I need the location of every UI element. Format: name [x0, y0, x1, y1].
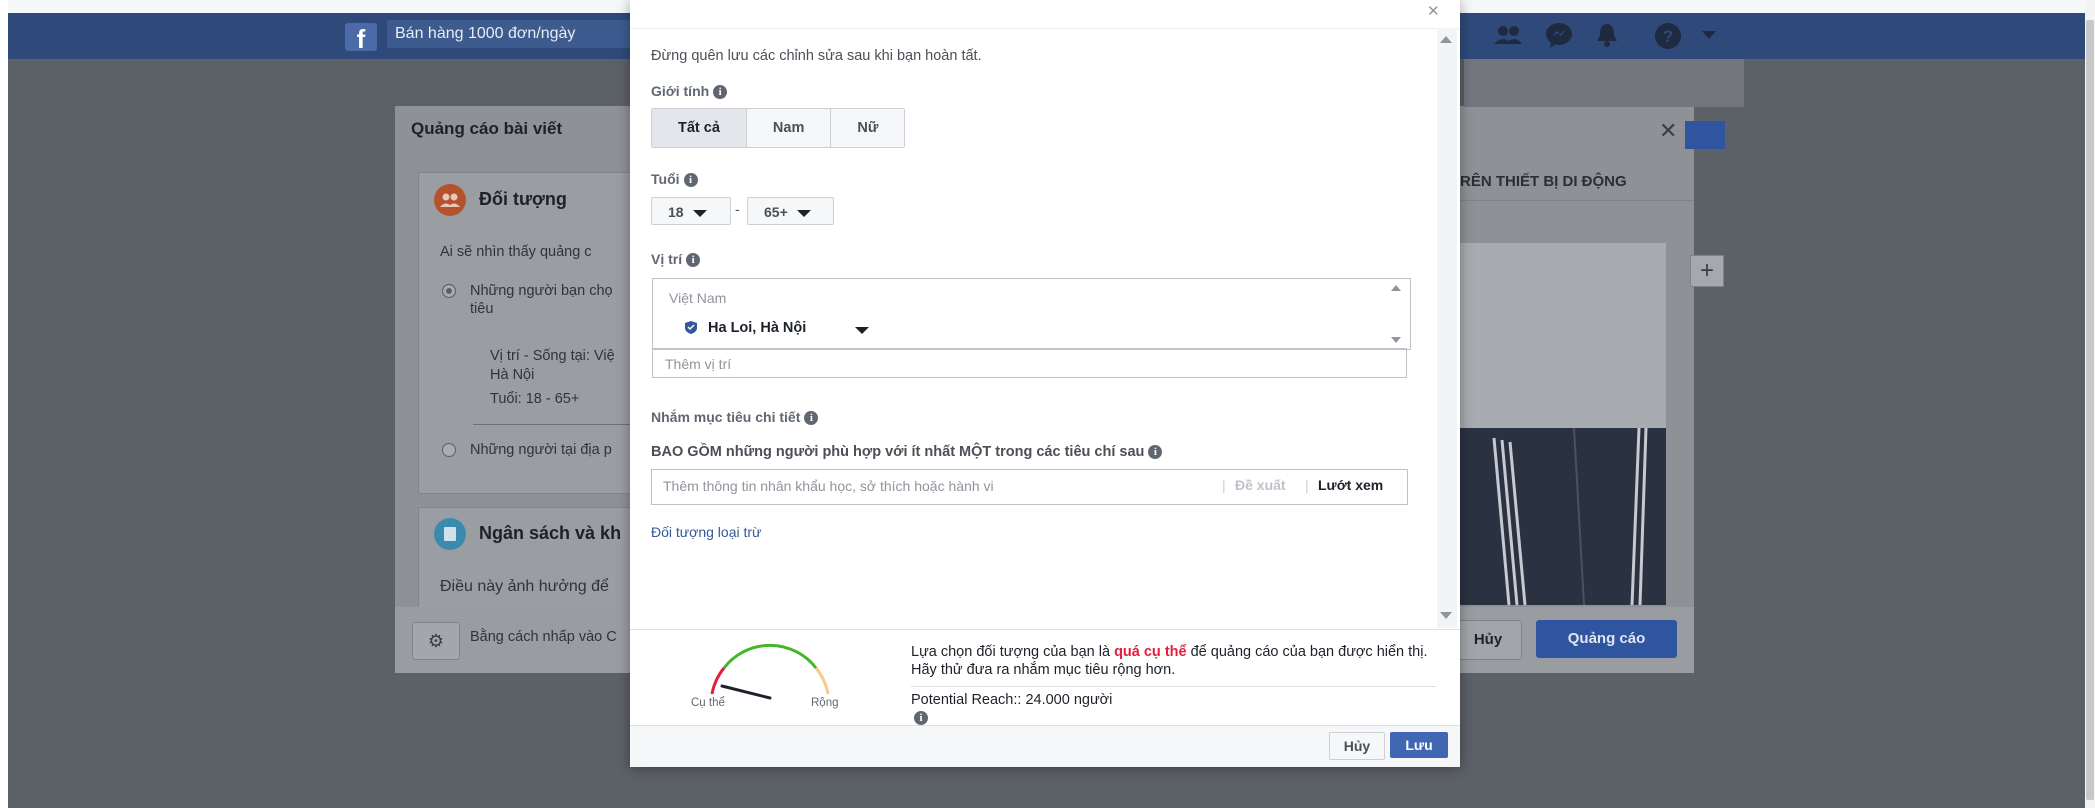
summary-city: Hà Nội: [490, 367, 535, 383]
post-ad-dark-box: [1464, 59, 1744, 107]
budget-text: Điều này ảnh hưởng để: [440, 578, 609, 595]
scroll-up-icon[interactable]: [1440, 36, 1452, 44]
option-selected-people[interactable]: Những người bạn chọ: [470, 283, 613, 299]
audience-warning-pre: Lựa chọn đối tượng của bạn là: [911, 644, 1115, 660]
help-icon[interactable]: ?: [1654, 22, 1682, 50]
info-icon[interactable]: i: [713, 85, 728, 100]
budget-title: Ngân sách và kh: [479, 523, 622, 543]
location-city[interactable]: Ha Loi, Hà Nội: [708, 320, 806, 336]
audience-question: Ai sẽ nhìn thấy quảng c: [440, 244, 592, 260]
separator: |: [1305, 477, 1309, 493]
audience-gauge-icon: [710, 643, 830, 700]
scroll-down-icon[interactable]: [1440, 612, 1452, 620]
gauge-broad-label: Rộng: [811, 697, 839, 709]
info-icon[interactable]: i: [1148, 445, 1163, 460]
suggest-button[interactable]: Đề xuất: [1235, 477, 1286, 493]
age-max-value: 65+: [764, 204, 788, 220]
svg-text:?: ?: [1663, 27, 1673, 46]
location-pin-icon: [685, 321, 697, 334]
detailed-targeting-label: Nhắm mục tiêu chi tiết i: [651, 409, 819, 426]
post-ad-cancel-button[interactable]: Hủy: [1454, 620, 1522, 660]
summary-age: Tuổi: 18 - 65+: [490, 391, 580, 407]
location-label-text: Vị trí: [651, 251, 683, 267]
detailed-targeting-label-text: Nhắm mục tiêu chi tiết: [651, 409, 801, 425]
bell-icon[interactable]: [1594, 22, 1620, 48]
account-menu-chevron-icon[interactable]: [1702, 31, 1716, 40]
facebook-search-input[interactable]: Bán hàng 1000 đơn/ngày: [387, 20, 632, 48]
age-label: Tuổi i: [651, 171, 698, 188]
info-icon[interactable]: i: [686, 253, 701, 268]
include-label-text: BAO GỒM những người phù hợp với ít nhất …: [651, 444, 1145, 460]
include-label: BAO GỒM những người phù hợp với ít nhất …: [651, 444, 1163, 460]
chevron-down-icon: [796, 209, 811, 217]
reach-divider: [911, 686, 1436, 687]
cancel-button[interactable]: Hủy: [1329, 732, 1385, 760]
gender-option-all[interactable]: Tất cả: [652, 109, 747, 147]
budget-icon: [434, 518, 466, 550]
post-ad-footer-text: Bằng cách nhấp vào C: [470, 629, 617, 645]
audience-title: Đối tượng: [479, 189, 567, 209]
audience-warning-emphasis: quá cụ thể: [1114, 644, 1187, 660]
info-icon[interactable]: i: [914, 711, 928, 725]
chevron-down-icon: [692, 209, 707, 217]
info-icon[interactable]: i: [804, 411, 819, 426]
radio-selected-people[interactable]: [442, 284, 456, 298]
exclude-audience-link[interactable]: Đối tượng loại trừ: [651, 524, 761, 540]
dialog-header: [630, 0, 1460, 29]
potential-reach: Potential Reach:: 24.000 người: [911, 692, 1113, 708]
promote-button[interactable]: Quảng cáo: [1536, 620, 1677, 658]
audience-icon: [434, 184, 466, 216]
left-edge: [0, 0, 8, 808]
option-local-people[interactable]: Những người tại địa p: [470, 442, 612, 458]
gender-option-female[interactable]: Nữ: [831, 109, 905, 147]
add-button[interactable]: +: [1690, 255, 1724, 287]
detailed-targeting-placeholder: Thêm thông tin nhân khẩu học, sở thích h…: [663, 478, 994, 494]
mobile-preview-tab[interactable]: RÊN THIẾT BỊ DI ĐỘNG: [1460, 166, 1694, 200]
gender-label-text: Giới tính: [651, 83, 710, 99]
tab-divider: [1460, 200, 1694, 201]
location-list: [652, 278, 1411, 350]
post-ad-blue-button[interactable]: [1685, 121, 1725, 149]
location-radius-chevron-down-icon[interactable]: [855, 327, 869, 334]
gender-option-male[interactable]: Nam: [746, 109, 832, 147]
location-label: Vị trí i: [651, 251, 701, 268]
location-country: Việt Nam: [669, 290, 727, 306]
add-location-input[interactable]: Thêm vị trí: [652, 348, 1407, 378]
age-separator: -: [735, 201, 740, 217]
close-icon[interactable]: ✕: [1659, 118, 1677, 144]
age-min-select[interactable]: 18: [651, 197, 731, 225]
save-hint: Đừng quên lưu các chỉnh sửa sau khi bạn …: [651, 48, 982, 64]
location-list-scrollbar[interactable]: [1386, 281, 1406, 347]
save-button[interactable]: Lưu: [1390, 732, 1448, 758]
post-ad-title: Quảng cáo bài viết: [411, 119, 563, 138]
summary-location: Vị trí - Sống tại: Việ: [490, 348, 615, 364]
audience-warning: Lựa chọn đối tượng của bạn là quá cụ thể…: [911, 643, 1445, 679]
browse-button[interactable]: Lướt xem: [1318, 477, 1383, 493]
product-photo-stripes: [1492, 428, 1648, 605]
gender-label: Giới tính i: [651, 83, 728, 100]
info-icon[interactable]: i: [683, 173, 698, 188]
summary-divider: [473, 424, 630, 425]
gauge-specific-label: Cụ thể: [691, 697, 725, 709]
gear-icon[interactable]: ⚙: [412, 622, 460, 660]
separator: |: [1222, 477, 1226, 493]
age-label-text: Tuổi: [651, 171, 680, 187]
age-min-value: 18: [668, 204, 684, 220]
dialog-close-icon[interactable]: ✕: [1427, 2, 1440, 20]
option-selected-people-line2: tiêu: [470, 301, 494, 317]
radio-local-people[interactable]: [442, 443, 456, 457]
gender-segmented-control: Tất cả Nam Nữ: [651, 108, 906, 148]
page-scrollbar-thumb[interactable]: [2086, 20, 2094, 800]
age-max-select[interactable]: 65+: [747, 197, 834, 225]
facebook-logo-icon[interactable]: f: [345, 23, 377, 51]
messenger-icon[interactable]: [1545, 22, 1573, 48]
mobile-preview-tab-label: RÊN THIẾT BỊ DI ĐỘNG: [1460, 173, 1627, 190]
friends-icon[interactable]: [1493, 24, 1523, 46]
dialog-scrollbar[interactable]: [1437, 28, 1457, 628]
